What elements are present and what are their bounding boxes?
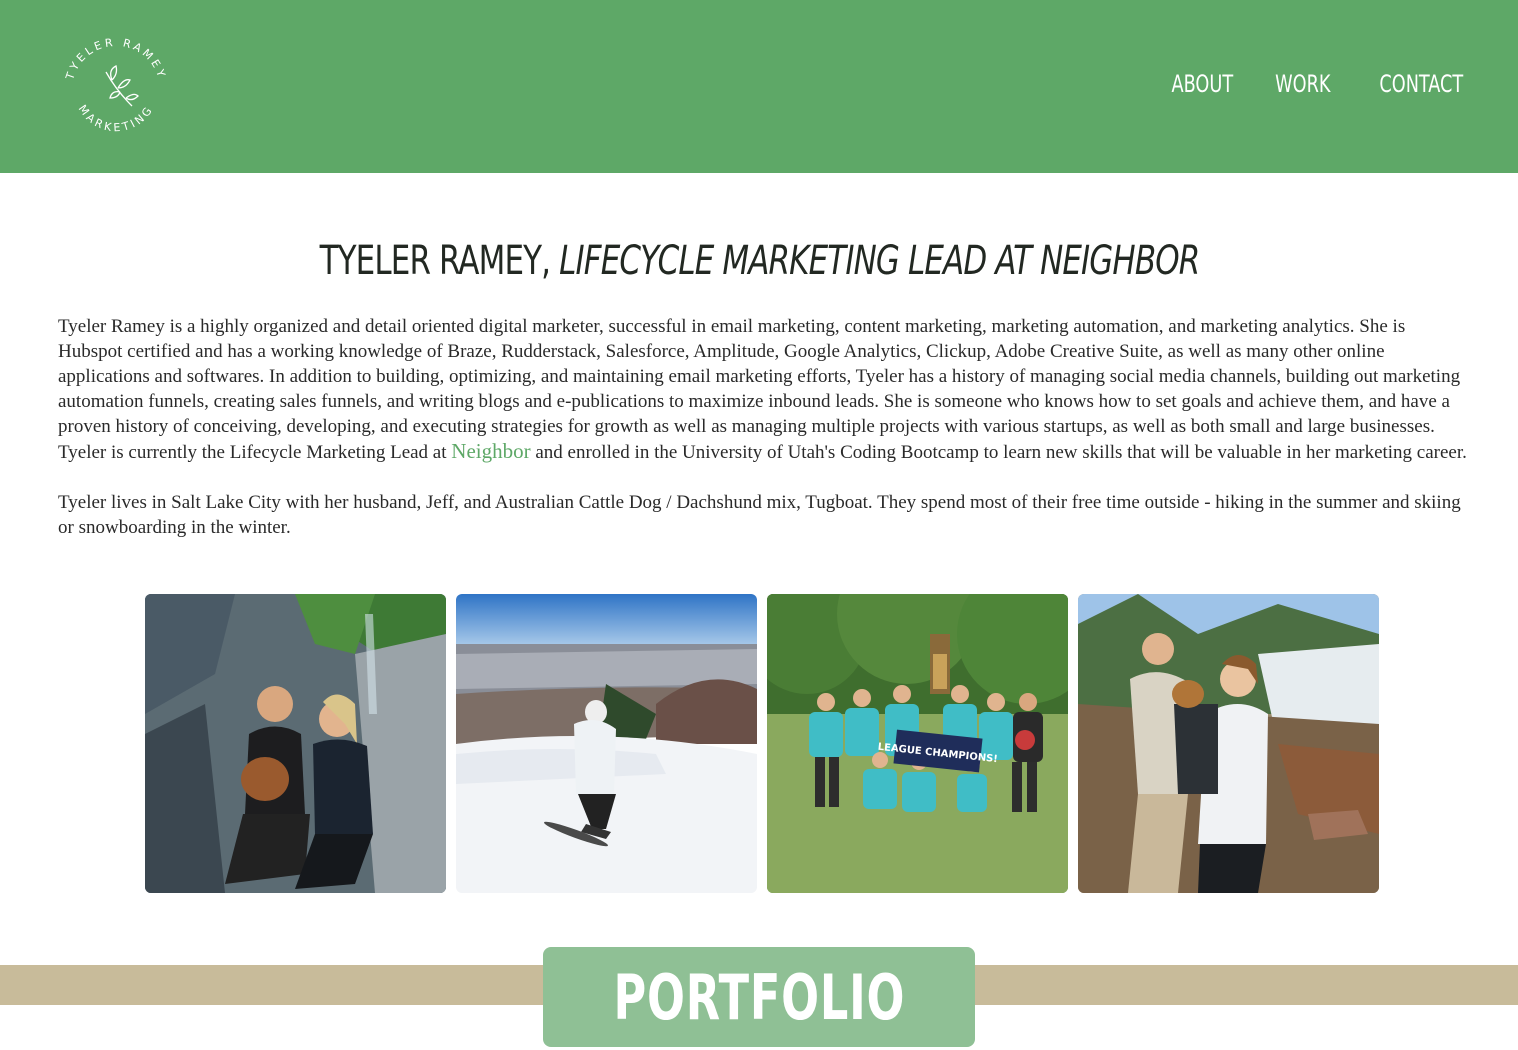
bio-text-continued: and enrolled in the University of Utah's… [530,442,1467,463]
bio-text: Tyeler Ramey is a highly organized and d… [58,316,1461,463]
svg-text:MARKETING: MARKETING [76,103,157,135]
portfolio-button[interactable]: PORTFOLIO [543,947,975,1047]
leaf-icon [105,65,139,107]
title-name: TYELER RAMEY, [319,238,550,284]
logo-emblem: TYELER RAMEY MARKETING [63,36,166,135]
snowboarding-photo [456,594,757,893]
bio-paragraph-1: Tyeler Ramey is a highly organized and d… [58,314,1468,465]
main-nav: ABOUT WORK CONTACT [1158,70,1463,98]
bio-paragraph-2: Tyeler lives in Salt Lake City with her … [58,492,1461,538]
league-champions-photo: LEAGUE CHAMPIONS! [767,594,1068,893]
bio-section: Tyeler Ramey is a highly organized and d… [58,314,1468,565]
portfolio-label: PORTFOLIO [613,960,905,1034]
site-header: TYELER RAMEY MARKETING ABOUT WORK CONTAC… [0,0,1518,173]
nav-work[interactable]: WORK [1275,70,1330,98]
hiking-photo [145,594,446,893]
photo-gallery: LEAGUE CHAMPIONS! [145,594,1379,893]
logo-text-bottom: MARKETING [76,103,154,135]
neighbor-link[interactable]: Neighbor [451,439,530,463]
nav-contact[interactable]: CONTACT [1379,70,1463,98]
title-role: LIFECYCLE MARKETING LEAD AT NEIGHBOR [558,238,1200,284]
dog-backpack-photo [1078,594,1379,893]
nav-about[interactable]: ABOUT [1172,70,1234,98]
page-title: TYELER RAMEY, LIFECYCLE MARKETING LEAD A… [0,238,1518,284]
logo[interactable]: TYELER RAMEY MARKETING [58,28,174,144]
